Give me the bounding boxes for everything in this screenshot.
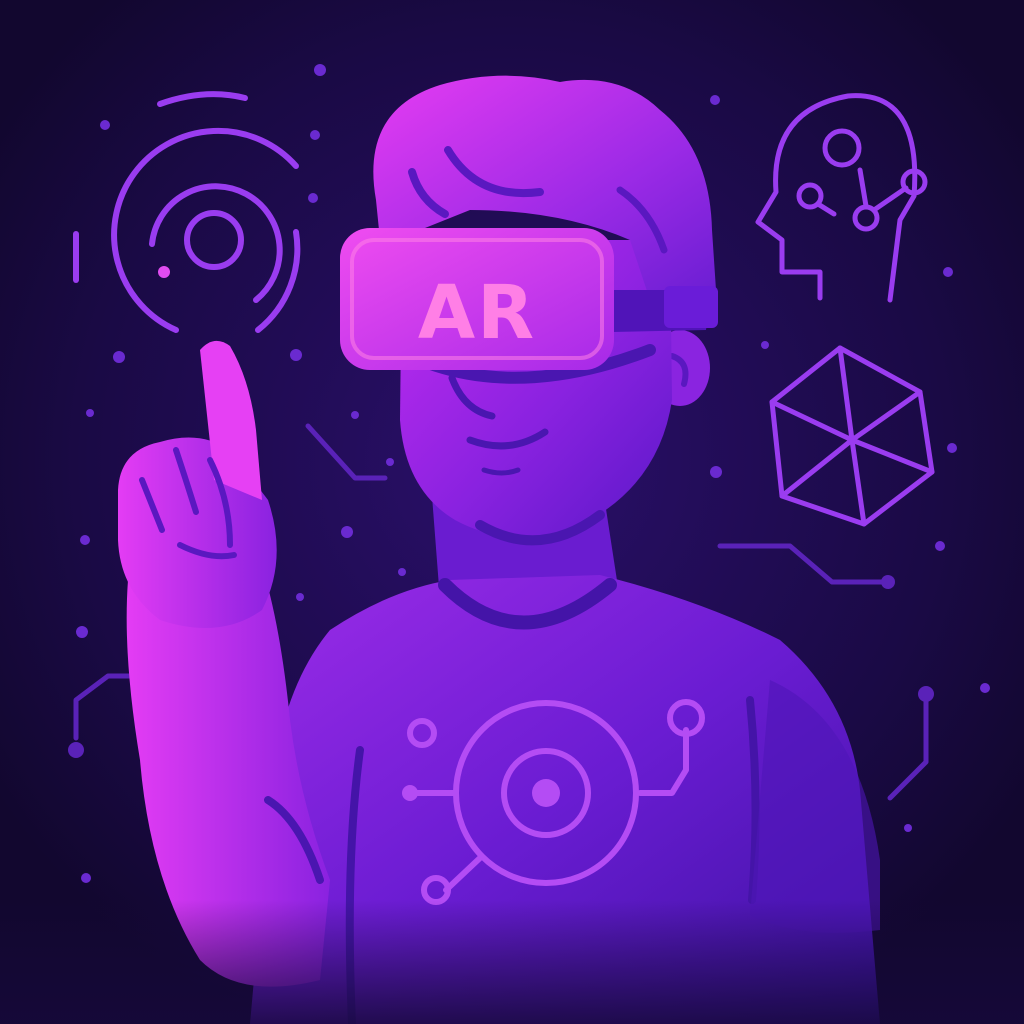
headset-label: AR — [418, 270, 536, 356]
bottom-fade — [0, 900, 1024, 1024]
headset-buckle — [664, 286, 718, 328]
target-rings-dot — [158, 266, 170, 278]
ar-illustration: AR — [0, 0, 1024, 1024]
